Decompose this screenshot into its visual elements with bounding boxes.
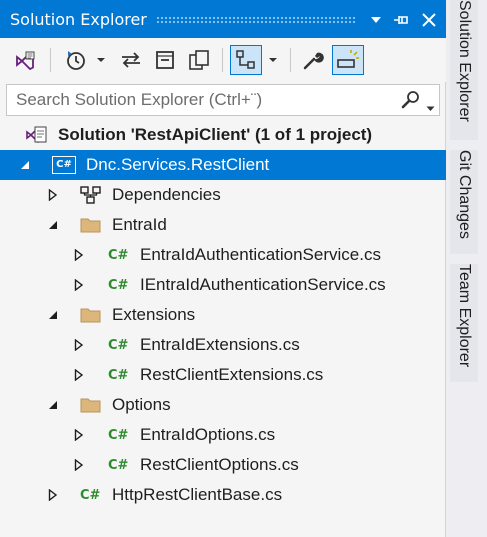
tree-item-project[interactable]: C# Dnc.Services.RestClient xyxy=(0,150,446,180)
side-tab-label: Solution Explorer xyxy=(456,0,473,122)
toolbar-separator xyxy=(290,48,291,72)
collapsed-arrow-icon[interactable] xyxy=(72,330,86,360)
properties-wrench-icon[interactable] xyxy=(298,45,328,75)
tree-item-label: Options xyxy=(112,395,171,414)
tree-item-file[interactable]: C# HttpRestClientBase.cs xyxy=(0,480,446,510)
tree-item-dependencies[interactable]: Dependencies xyxy=(0,180,446,210)
csharp-file-icon: C# xyxy=(108,457,129,473)
toolbar-separator xyxy=(222,48,223,72)
expanded-arrow-icon[interactable] xyxy=(46,390,60,420)
pin-icon[interactable] xyxy=(392,10,412,30)
side-tab-git-changes[interactable]: Git Changes xyxy=(450,150,478,254)
search-box xyxy=(6,84,440,116)
expanded-arrow-icon[interactable] xyxy=(18,150,32,180)
tree-item-file[interactable]: C# RestClientExtensions.cs xyxy=(0,360,446,390)
collapsed-arrow-icon[interactable] xyxy=(72,450,86,480)
csharp-file-icon: C# xyxy=(108,277,129,293)
title-bar[interactable]: Solution Explorer xyxy=(0,0,446,38)
solution-icon xyxy=(26,120,48,150)
csharp-file-icon: C# xyxy=(108,337,129,353)
collapsed-arrow-icon[interactable] xyxy=(72,360,86,390)
tree-item-solution[interactable]: Solution 'RestApiClient' (1 of 1 project… xyxy=(0,120,446,150)
close-icon[interactable] xyxy=(419,10,439,30)
tree-item-label: EntraId xyxy=(112,215,167,234)
tree-item-label: RestClientExtensions.cs xyxy=(140,365,324,384)
folder-icon xyxy=(80,210,102,240)
tree-item-label: EntraIdOptions.cs xyxy=(140,425,276,444)
collapsed-arrow-icon[interactable] xyxy=(46,480,60,510)
csharp-file-icon: C# xyxy=(80,487,101,503)
tree-item-label: Extensions xyxy=(112,305,196,324)
toolbar-separator xyxy=(50,48,51,72)
tree-item-file[interactable]: C# EntraIdExtensions.cs xyxy=(0,330,446,360)
dropdown-icon[interactable] xyxy=(94,45,108,75)
side-tab-label: Git Changes xyxy=(456,150,473,239)
csharp-file-icon: C# xyxy=(108,247,129,263)
tree-item-folder-entraid[interactable]: EntraId xyxy=(0,210,446,240)
dropdown-icon[interactable] xyxy=(266,45,280,75)
show-all-files-icon[interactable] xyxy=(184,45,214,75)
tree-item-label: Solution 'RestApiClient' (1 of 1 project… xyxy=(58,125,373,144)
tree-item-file[interactable]: C# IEntraIdAuthenticationService.cs xyxy=(0,270,446,300)
tree-item-folder-extensions[interactable]: Extensions xyxy=(0,300,446,330)
csharp-file-icon: C# xyxy=(108,427,129,443)
tree-item-folder-options[interactable]: Options xyxy=(0,390,446,420)
toolbar xyxy=(0,38,446,82)
preview-selected-icon[interactable] xyxy=(332,45,364,75)
expanded-arrow-icon[interactable] xyxy=(46,210,60,240)
side-tab-label: Team Explorer xyxy=(456,264,473,368)
solution-explorer-panel: Solution Explorer Search Solution Explor… xyxy=(0,0,446,537)
drag-grip[interactable] xyxy=(156,16,356,24)
expanded-arrow-icon[interactable] xyxy=(46,300,60,330)
tree-item-label: Dnc.Services.RestClient xyxy=(86,155,270,174)
collapse-all-icon[interactable] xyxy=(150,45,180,75)
tree-item-label: IEntraIdAuthenticationService.cs xyxy=(140,275,386,294)
tree-item-label: HttpRestClientBase.cs xyxy=(112,485,283,504)
tree-item-file[interactable]: C# EntraIdAuthenticationService.cs xyxy=(0,240,446,270)
folder-icon xyxy=(80,390,102,420)
collapsed-arrow-icon[interactable] xyxy=(46,180,60,210)
side-tab-team-explorer[interactable]: Team Explorer xyxy=(450,264,478,382)
csharp-project-icon: C# xyxy=(52,150,76,180)
folder-icon xyxy=(80,300,102,330)
search-input[interactable] xyxy=(8,86,388,114)
dropdown-icon[interactable] xyxy=(366,10,386,30)
history-icon[interactable] xyxy=(60,45,90,75)
dependencies-icon xyxy=(80,180,102,210)
panel-title: Solution Explorer xyxy=(10,10,147,29)
tree-item-label: EntraIdExtensions.cs xyxy=(140,335,300,354)
view-hierarchy-icon[interactable] xyxy=(230,45,262,75)
search-icon[interactable] xyxy=(401,90,421,114)
tree-item-label: RestClientOptions.cs xyxy=(140,455,299,474)
search-options-dropdown-icon[interactable] xyxy=(426,97,435,116)
collapsed-arrow-icon[interactable] xyxy=(72,420,86,450)
tree-item-file[interactable]: C# EntraIdOptions.cs xyxy=(0,420,446,450)
vs-home-icon[interactable] xyxy=(10,45,40,75)
tree-item-label: EntraIdAuthenticationService.cs xyxy=(140,245,381,264)
tree-item-file[interactable]: C# RestClientOptions.cs xyxy=(0,450,446,480)
side-tab-solution-explorer[interactable]: Solution Explorer xyxy=(450,0,478,140)
side-tab-strip: Solution Explorer Git Changes Team Explo… xyxy=(446,0,487,537)
collapsed-arrow-icon[interactable] xyxy=(72,270,86,300)
sync-arrows-icon[interactable] xyxy=(116,45,146,75)
csharp-file-icon: C# xyxy=(108,367,129,383)
collapsed-arrow-icon[interactable] xyxy=(72,240,86,270)
tree-item-label: Dependencies xyxy=(112,185,221,204)
